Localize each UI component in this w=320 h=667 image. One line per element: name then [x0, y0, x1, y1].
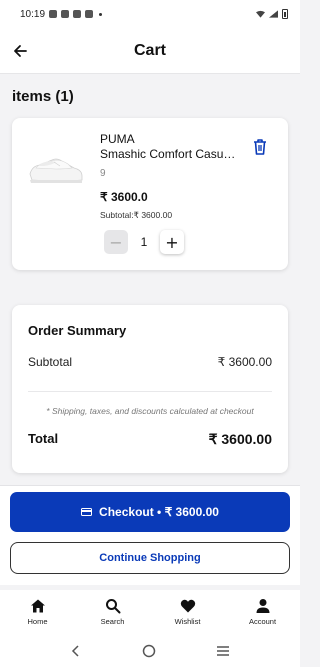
checkout-note: * Shipping, taxes, and discounts calcula… [46, 406, 254, 416]
arrow-left-icon [14, 45, 27, 57]
nav-item-account[interactable]: Account [233, 598, 293, 626]
total-value: ₹ 3600.00 [208, 431, 272, 447]
order-summary-title: Order Summary [28, 323, 127, 338]
credit-card-icon [81, 508, 93, 516]
decrease-quantity-button[interactable]: − [104, 230, 128, 254]
nav-item-home[interactable]: Home [8, 598, 68, 626]
summary-divider [28, 391, 272, 392]
quantity-stepper: − 1 + [104, 230, 184, 254]
product-name[interactable]: Smashic Comfort Casual Sneakers [100, 147, 240, 161]
item-subtotal: Subtotal:₹ 3600.00 [100, 210, 173, 220]
nav-label-wishlist: Wishlist [174, 617, 201, 626]
cart-item-card[interactable]: PUMA Smashic Comfort Casual Sneakers 9 ₹… [12, 118, 288, 270]
nav-item-search[interactable]: Search [83, 598, 143, 626]
nav-label-home: Home [27, 617, 48, 626]
system-navigation-bar [0, 634, 300, 667]
checkout-label: Checkout • ₹ 3600.00 [99, 505, 219, 519]
bottom-navigation: Home Search Wishlist Account [0, 590, 300, 634]
product-image[interactable] [26, 138, 86, 193]
increase-quantity-button[interactable]: + [160, 230, 184, 254]
notification-icon [49, 10, 58, 18]
heart-icon [180, 599, 195, 613]
person-icon [256, 599, 269, 613]
nav-item-wishlist[interactable]: Wishlist [158, 598, 218, 626]
message-icon [61, 10, 70, 18]
subtotal-value: ₹ 3600.00 [217, 355, 272, 369]
app-notification-icon [85, 10, 94, 18]
more-notifications-icon [99, 12, 103, 16]
subtotal-row: Subtotal ₹ 3600.00 [28, 355, 272, 369]
order-summary-card: Order Summary Subtotal ₹ 3600.00 * Shipp… [12, 305, 288, 473]
checkout-actions: Checkout • ₹ 3600.00 Continue Shopping [0, 485, 300, 585]
total-row: Total ₹ 3600.00 [28, 431, 272, 448]
product-brand: PUMA [100, 132, 135, 146]
status-bar: 10:19 [0, 0, 300, 28]
signal-icon [269, 10, 278, 18]
status-time: 10:19 [20, 8, 46, 20]
wifi-icon [256, 10, 265, 18]
quantity-value: 1 [140, 235, 148, 249]
search-icon [105, 599, 120, 614]
total-label: Total [28, 431, 59, 446]
system-back-icon[interactable] [70, 644, 82, 657]
app-bar: Cart [0, 28, 300, 74]
items-heading: items (1) [12, 88, 74, 105]
subtotal-label: Subtotal [28, 355, 73, 369]
continue-shopping-button[interactable]: Continue Shopping [10, 542, 290, 574]
page-title: Cart [133, 41, 166, 59]
checkout-button[interactable]: Checkout • ₹ 3600.00 [10, 492, 290, 532]
product-size: 9 [100, 168, 106, 179]
system-home-icon[interactable] [142, 644, 156, 658]
mail-icon [73, 10, 82, 18]
product-price: ₹ 3600.0 [100, 190, 148, 204]
nav-label-account: Account [248, 617, 277, 626]
battery-icon [282, 9, 288, 19]
nav-label-search: Search [100, 617, 125, 626]
trash-icon[interactable] [252, 138, 268, 156]
back-button[interactable] [7, 38, 33, 64]
home-icon [30, 599, 45, 613]
system-recents-icon[interactable] [216, 645, 230, 657]
